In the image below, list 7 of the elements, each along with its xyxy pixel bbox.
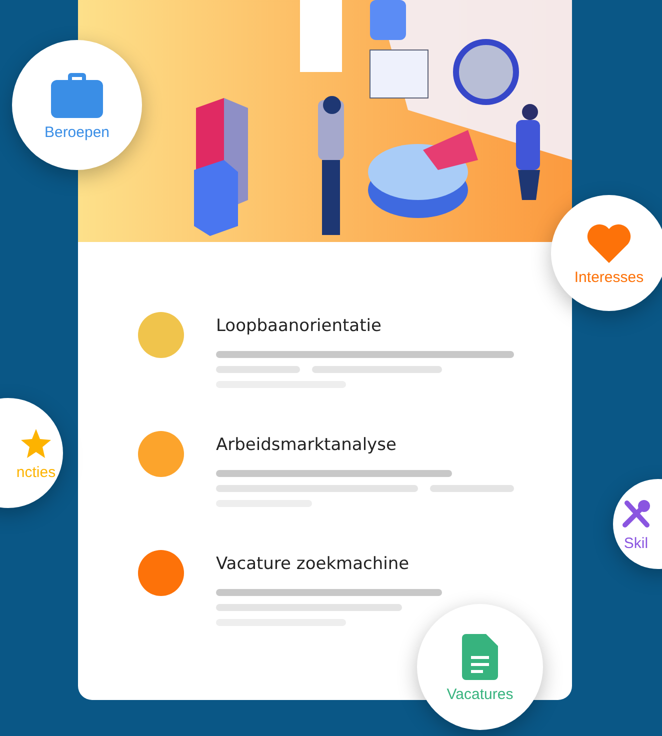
category-badge[interactable]: Beroepen bbox=[12, 40, 142, 170]
category-badge[interactable]: Skil bbox=[613, 479, 662, 569]
category-badge[interactable]: ncties bbox=[0, 398, 63, 508]
item-title: Arbeidsmarktanalyse bbox=[216, 434, 398, 456]
item-title: Loopbaanorientatie bbox=[216, 315, 382, 337]
category-badge[interactable]: Interesses bbox=[551, 195, 662, 311]
item-title: Vacature zoekmachine bbox=[216, 553, 410, 575]
